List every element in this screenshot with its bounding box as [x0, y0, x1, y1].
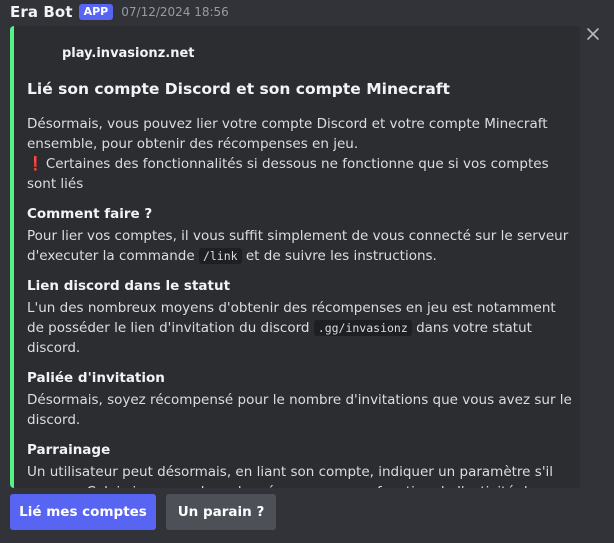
exclamation-icon: ❗ — [27, 156, 44, 172]
field-title-paliee: Paliée d'invitation — [27, 370, 165, 386]
intro-text: Désormais, vous pouvez lier votre compte… — [27, 116, 548, 152]
embed-description: Désormais, vous pouvez lier votre compte… — [27, 112, 572, 488]
close-icon[interactable] — [585, 26, 601, 42]
field-text-parrainage: Un utilisateur peut désormais, en liant … — [27, 464, 564, 488]
field-text-paliee: Désormais, soyez récompensé pour le nomb… — [27, 392, 572, 428]
bot-username[interactable]: Era Bot — [10, 3, 73, 21]
app-badge: APP — [78, 4, 114, 20]
invite-code: .gg/invasionz — [313, 320, 412, 336]
message-timestamp: 07/12/2024 18:56 — [121, 5, 229, 19]
field-title-lien-statut: Lien discord dans le statut — [27, 278, 231, 294]
embed-author[interactable]: play.invasionz.net — [62, 46, 194, 61]
link-accounts-button[interactable]: Lié mes comptes — [10, 494, 156, 530]
warning-text: Certaines des fonctionnalités si dessous… — [27, 156, 549, 192]
close-icon-svg — [587, 28, 599, 40]
field-title-parrainage: Parrainage — [27, 442, 111, 458]
field-text-comment-faire: Pour lier vos comptes, il vous suffit si… — [27, 226, 572, 266]
field-text-lien-statut: L'un des nombreux moyens d'obtenir des r… — [27, 298, 572, 358]
sponsor-button[interactable]: Un parain ? — [166, 494, 276, 530]
field-text-part: et de suivre les instructions. — [245, 248, 437, 264]
embed-title: Lié son compte Discord et son compte Min… — [27, 80, 450, 98]
message-header: Era Bot APP 07/12/2024 18:56 — [10, 2, 229, 22]
warning-line: ❗ Certaines des fonctionnalités si dessou… — [27, 154, 572, 194]
link-command-code: /link — [198, 248, 242, 264]
embed-card: play.invasionz.net Lié son compte Discor… — [10, 26, 580, 488]
field-title-comment-faire: Comment faire ? — [27, 206, 153, 222]
